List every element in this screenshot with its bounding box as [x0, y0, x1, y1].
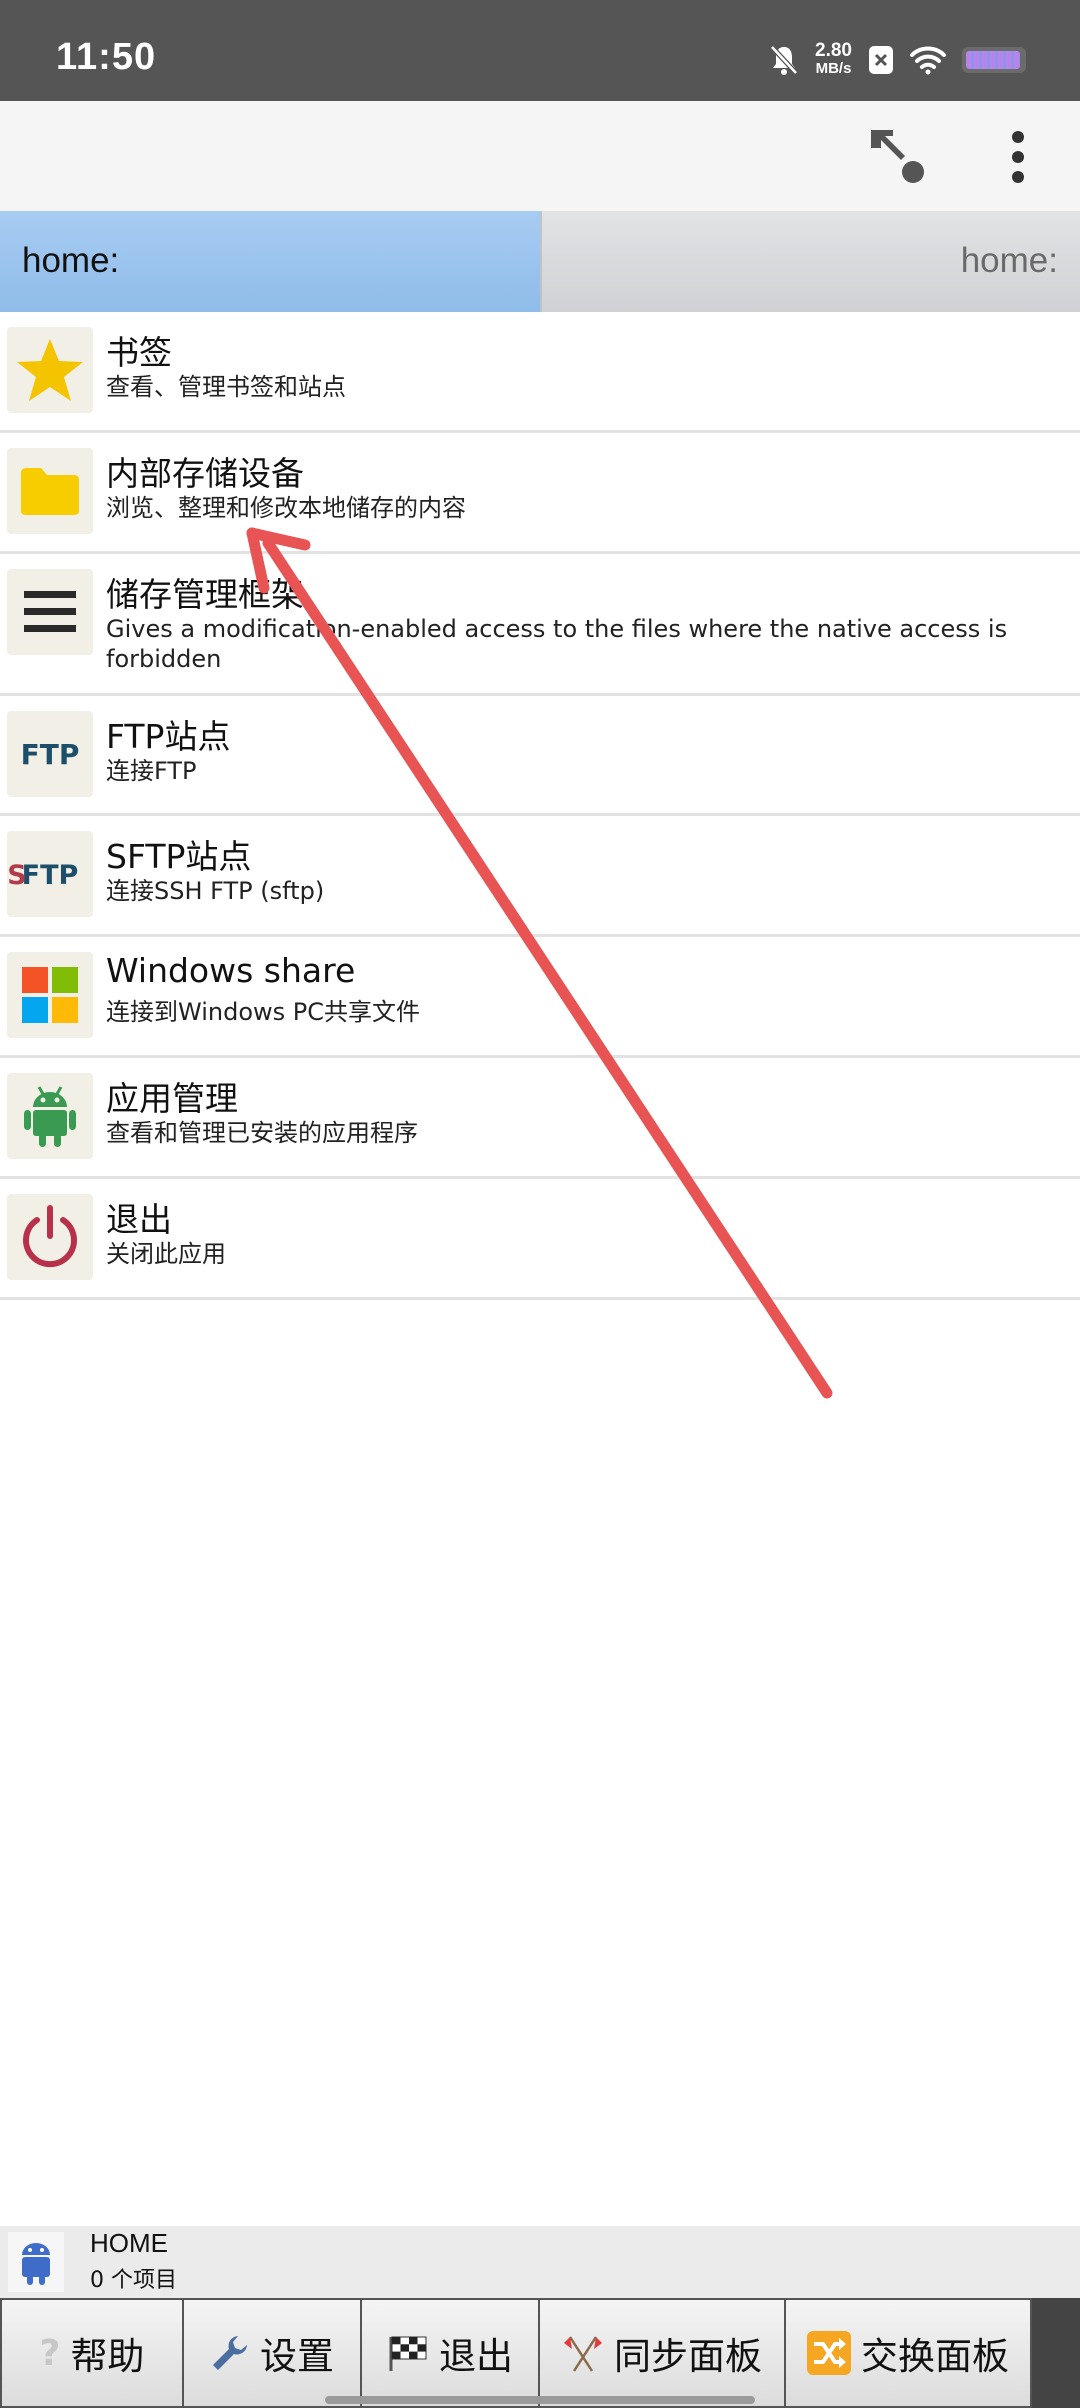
- list-item-title: Windows share: [106, 951, 356, 990]
- item-count: 0 个项目: [90, 2268, 177, 2293]
- battery-icon: [962, 47, 1026, 73]
- sort-direction-icon: [871, 130, 924, 183]
- settings-button-label: 设置: [260, 2335, 334, 2378]
- more-options-button[interactable]: [980, 119, 1056, 195]
- current-path-name: HOME: [90, 2228, 168, 2258]
- status-bar: 11:50 2.80 MB/s: [0, 0, 1080, 101]
- android-icon: [7, 1073, 93, 1159]
- network-speed-unit: MB/s: [815, 60, 852, 77]
- mute-bell-icon: [770, 45, 798, 75]
- list-item-app-manager[interactable]: 应用管理 查看和管理已安装的应用程序: [0, 1058, 1080, 1179]
- help-button-label: 帮助: [70, 2335, 145, 2378]
- list-item-title: 退出: [106, 1200, 172, 1239]
- list-item-bookmarks[interactable]: 书签 查看、管理书签和站点: [0, 312, 1080, 433]
- sftp-icon: FTP S: [7, 831, 93, 917]
- network-speed-value: 2.80: [815, 40, 852, 61]
- more-vert-icon: [1012, 131, 1024, 183]
- list-item-title: 应用管理: [106, 1079, 238, 1118]
- shuffle-icon: [807, 2331, 851, 2375]
- ftp-icon-label: FTP: [20, 737, 80, 771]
- help-button[interactable]: ? 帮助: [0, 2298, 184, 2408]
- list-item-subtitle: 连接SSH FTP (sftp): [106, 877, 325, 905]
- list-item-windows-share[interactable]: Windows share 连接到Windows PC共享文件: [0, 937, 1080, 1058]
- list-item-subtitle: 连接到Windows PC共享文件: [106, 998, 420, 1026]
- home-indicator[interactable]: [325, 2396, 755, 2404]
- home-list: 书签 查看、管理书签和站点 内部存储设备 浏览、整理和修改本地储存的内容 储存管…: [0, 312, 1080, 1300]
- windows-logo-icon: [7, 952, 93, 1038]
- sync-panels-button[interactable]: 同步面板: [538, 2298, 786, 2408]
- exit-button[interactable]: 退出: [360, 2298, 540, 2408]
- list-item-storage-access-framework[interactable]: 储存管理框架 Gives a modification-enabled acce…: [0, 554, 1080, 696]
- wifi-icon: [910, 46, 946, 75]
- wrench-icon: [213, 2336, 247, 2370]
- svg-text:S: S: [9, 860, 27, 891]
- left-panel-path[interactable]: home:: [0, 211, 540, 312]
- star-icon: [7, 327, 93, 413]
- list-item-subtitle: 查看、管理书签和站点: [106, 373, 346, 401]
- list-item-subtitle: Gives a modification-enabled access to t…: [106, 615, 1008, 673]
- list-item-subtitle: 关闭此应用: [106, 1240, 226, 1268]
- sync-panels-button-label: 同步面板: [614, 2335, 762, 2378]
- list-item-subtitle: 浏览、整理和修改本地储存的内容: [106, 494, 466, 522]
- status-time: 11:50: [56, 36, 157, 78]
- list-item-ftp[interactable]: FTP FTP站点 连接FTP: [0, 696, 1080, 816]
- settings-button[interactable]: 设置: [182, 2298, 362, 2408]
- network-speed: 2.80 MB/s: [815, 40, 852, 78]
- exit-button-label: 退出: [439, 2335, 513, 2378]
- list-item-title: SFTP站点: [106, 837, 252, 876]
- panel-path-bar: home: home:: [0, 211, 1080, 312]
- list-item-title: 内部存储设备: [106, 454, 304, 493]
- status-icons: 2.80 MB/s: [769, 40, 1026, 80]
- checkered-flag-icon: [389, 2336, 427, 2371]
- top-toolbar: [0, 101, 1080, 211]
- list-item-subtitle: 连接FTP: [106, 757, 197, 785]
- list-item-sftp[interactable]: FTP S SFTP站点 连接SSH FTP (sftp): [0, 816, 1080, 937]
- question-icon: ?: [39, 2332, 61, 2374]
- right-panel-path-label: home:: [960, 241, 1058, 280]
- menu-lines-icon: [7, 569, 93, 655]
- list-item-title: 书签: [106, 333, 172, 372]
- power-icon: [7, 1194, 93, 1280]
- svg-text:FTP: FTP: [22, 860, 79, 891]
- left-panel-path-label: home:: [22, 241, 120, 280]
- list-item-subtitle: 查看和管理已安装的应用程序: [106, 1119, 418, 1147]
- list-item-exit[interactable]: 退出 关闭此应用: [0, 1179, 1080, 1300]
- notification-x-icon: [869, 46, 893, 74]
- list-item-title: FTP站点: [106, 717, 231, 756]
- right-panel-path[interactable]: home:: [540, 211, 1080, 312]
- crossed-flags-icon: [564, 2336, 602, 2372]
- list-item-title: 储存管理框架: [106, 575, 304, 614]
- sort-direction-button[interactable]: [860, 119, 936, 195]
- bottom-button-bar: ? 帮助 设置 退出 同步面板 交换面板: [0, 2298, 1080, 2408]
- android-robot-icon: [8, 2232, 64, 2292]
- current-path-info: HOME 0 个项目: [0, 2226, 1080, 2298]
- swap-panels-button[interactable]: 交换面板: [784, 2298, 1032, 2408]
- swap-panels-button-label: 交换面板: [861, 2335, 1009, 2378]
- ftp-icon: FTP: [7, 711, 93, 797]
- list-item-internal-storage[interactable]: 内部存储设备 浏览、整理和修改本地储存的内容: [0, 433, 1080, 554]
- folder-icon: [7, 448, 93, 534]
